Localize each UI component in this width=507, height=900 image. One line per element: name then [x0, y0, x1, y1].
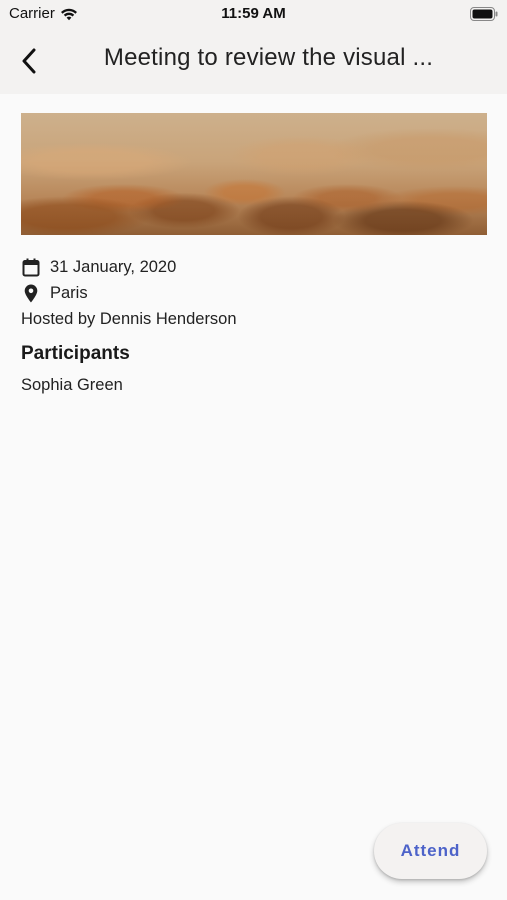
event-location-row: Paris [21, 280, 487, 306]
attend-button[interactable]: Attend [374, 823, 487, 879]
participants-heading: Participants [21, 343, 130, 364]
page-title: Meeting to review the visual ... [103, 44, 434, 71]
back-button[interactable] [12, 44, 46, 78]
battery-icon [470, 7, 498, 21]
event-host: Hosted by Dennis Henderson [21, 309, 237, 328]
participant-item: Sophia Green [21, 375, 123, 394]
event-location: Paris [50, 283, 88, 302]
event-info: 31 January, 2020 Paris Hosted by Dennis … [21, 254, 487, 398]
status-bar: Carrier 11:59 AM [0, 0, 507, 30]
event-detail-screen: Carrier 11:59 AM Meeting to review the v… [0, 0, 507, 900]
status-time: 11:59 AM [221, 5, 286, 22]
calendar-icon [21, 257, 41, 277]
event-cover-image [21, 113, 487, 235]
navigation-bar: Meeting to review the visual ... [0, 30, 507, 94]
chevron-left-icon [22, 48, 36, 74]
location-pin-icon [21, 283, 41, 303]
event-date: 31 January, 2020 [50, 257, 177, 276]
event-date-row: 31 January, 2020 [21, 254, 487, 280]
